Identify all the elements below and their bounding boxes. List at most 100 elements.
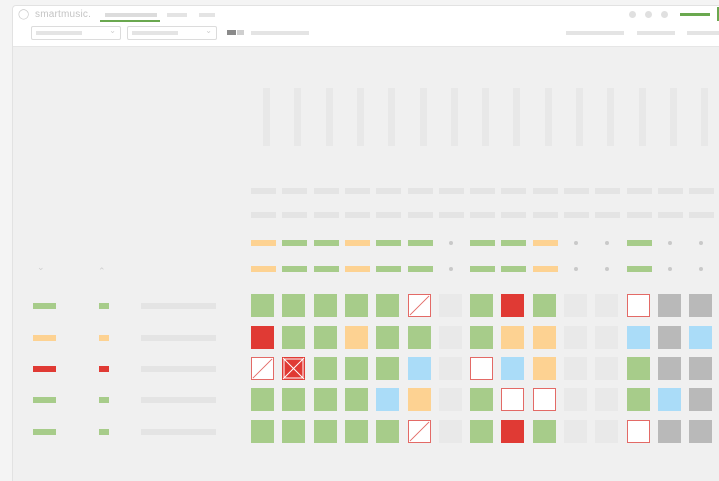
grade-cell[interactable] [251, 388, 274, 411]
grade-cell[interactable] [376, 420, 400, 443]
column-header-label[interactable] [388, 88, 396, 146]
grade-cell[interactable] [626, 388, 650, 411]
grade-cell[interactable] [595, 326, 619, 349]
column-header-label[interactable] [607, 88, 615, 146]
grade-cell[interactable] [532, 294, 556, 317]
grade-cell[interactable] [251, 326, 274, 349]
window-control-dot-icon[interactable] [629, 11, 636, 18]
nav-tab[interactable] [167, 13, 187, 17]
student-name[interactable] [141, 366, 216, 372]
grade-cell[interactable] [376, 357, 400, 380]
grade-cell[interactable] [501, 326, 525, 349]
grade-cell[interactable] [376, 294, 400, 317]
grade-cell[interactable] [438, 388, 462, 411]
column-header-label[interactable] [419, 88, 427, 146]
grade-cell[interactable] [564, 326, 587, 349]
assignment-select[interactable]: ⌄ [127, 26, 217, 40]
view-toggle[interactable] [227, 30, 236, 35]
toolbar-link[interactable] [687, 31, 719, 35]
grade-cell-excused[interactable] [282, 357, 306, 380]
toolbar-link[interactable] [566, 31, 624, 35]
grade-cell[interactable] [251, 294, 274, 317]
grade-cell[interactable] [501, 420, 525, 443]
grade-cell[interactable] [564, 357, 587, 380]
chevron-up-icon[interactable]: ⌃ [98, 266, 106, 277]
grade-cell[interactable] [438, 294, 462, 317]
grade-cell[interactable] [313, 420, 337, 443]
column-header-label[interactable] [701, 88, 709, 146]
grade-cell[interactable] [282, 326, 306, 349]
grade-cell[interactable] [344, 420, 368, 443]
chevron-down-icon[interactable]: ⌄ [37, 262, 45, 273]
grade-cell[interactable] [344, 294, 368, 317]
column-header-label[interactable] [513, 88, 521, 146]
grade-cell[interactable] [657, 420, 681, 443]
grade-cell[interactable] [470, 326, 494, 349]
grade-cell[interactable] [657, 357, 681, 380]
toolbar-link[interactable] [637, 31, 675, 35]
grade-cell[interactable] [376, 388, 400, 411]
grade-cell[interactable] [657, 388, 681, 411]
window-control-dot-icon[interactable] [661, 11, 668, 18]
grade-cell[interactable] [438, 357, 462, 380]
student-name[interactable] [141, 397, 216, 403]
grade-cell[interactable] [407, 357, 431, 380]
grade-cell[interactable] [282, 388, 306, 411]
grade-cell[interactable] [470, 388, 494, 411]
grade-cell[interactable] [532, 326, 556, 349]
student-name[interactable] [141, 303, 216, 309]
grade-cell[interactable] [407, 388, 431, 411]
student-name[interactable] [141, 429, 216, 435]
grade-cell[interactable] [313, 326, 337, 349]
grade-cell[interactable] [532, 357, 556, 380]
column-header-label[interactable] [669, 88, 677, 146]
nav-tab[interactable] [199, 13, 215, 17]
grade-cell[interactable] [532, 420, 556, 443]
grade-cell[interactable] [595, 357, 619, 380]
grade-cell[interactable] [313, 357, 337, 380]
grade-cell[interactable] [689, 357, 713, 380]
grade-cell[interactable] [344, 388, 368, 411]
grade-cell-missing[interactable] [407, 420, 431, 443]
grade-cell[interactable] [595, 420, 619, 443]
column-header-label[interactable] [263, 88, 270, 146]
grade-cell[interactable] [438, 326, 462, 349]
grade-cell[interactable] [376, 326, 400, 349]
grade-cell[interactable] [251, 420, 274, 443]
grade-cell-unsubmitted[interactable] [626, 420, 650, 443]
grade-cell[interactable] [564, 388, 587, 411]
grade-cell[interactable] [407, 326, 431, 349]
view-toggle-off[interactable] [237, 30, 244, 35]
grade-cell[interactable] [470, 294, 494, 317]
column-header-label[interactable] [482, 88, 490, 146]
grade-cell-unsubmitted[interactable] [470, 357, 494, 380]
grade-cell[interactable] [657, 326, 681, 349]
grade-cell[interactable] [344, 326, 368, 349]
grade-cell[interactable] [689, 326, 713, 349]
grade-cell[interactable] [344, 357, 368, 380]
grade-cell[interactable] [564, 420, 587, 443]
grade-cell[interactable] [282, 420, 306, 443]
grade-cell-unsubmitted[interactable] [626, 294, 650, 317]
primary-action-button[interactable] [680, 13, 710, 16]
grade-cell[interactable] [470, 420, 494, 443]
grade-cell[interactable] [689, 388, 713, 411]
class-select[interactable]: ⌄ [31, 26, 121, 40]
grade-cell[interactable] [501, 294, 525, 317]
grade-cell[interactable] [501, 357, 525, 380]
grade-cell[interactable] [626, 357, 650, 380]
grade-cell[interactable] [689, 294, 713, 317]
column-header-label[interactable] [576, 88, 583, 146]
grade-cell-unsubmitted[interactable] [501, 388, 525, 411]
grade-cell[interactable] [595, 388, 619, 411]
column-header-label[interactable] [294, 88, 302, 146]
grade-cell[interactable] [313, 388, 337, 411]
column-header-label[interactable] [544, 88, 552, 146]
grade-cell[interactable] [564, 294, 587, 317]
column-header-label[interactable] [450, 88, 458, 146]
grade-cell[interactable] [689, 420, 713, 443]
grade-cell[interactable] [595, 294, 619, 317]
column-header-label[interactable] [356, 88, 364, 146]
grade-cell[interactable] [282, 294, 306, 317]
window-control-dot-icon[interactable] [645, 11, 652, 18]
